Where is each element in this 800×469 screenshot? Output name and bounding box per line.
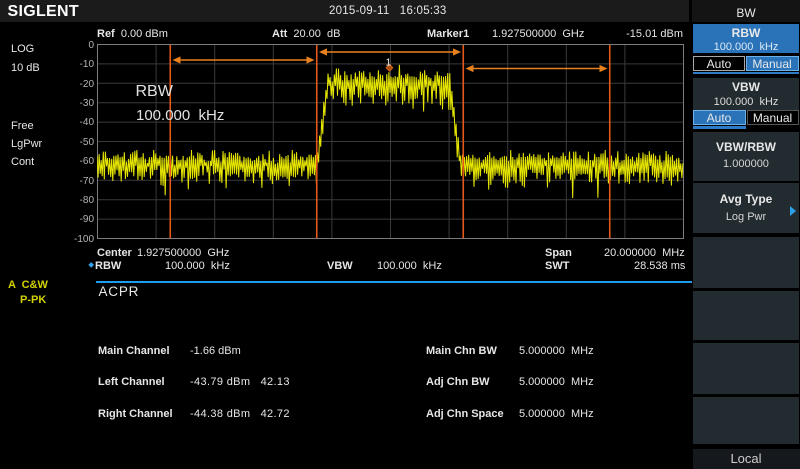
svg-text:1: 1 bbox=[386, 57, 392, 69]
